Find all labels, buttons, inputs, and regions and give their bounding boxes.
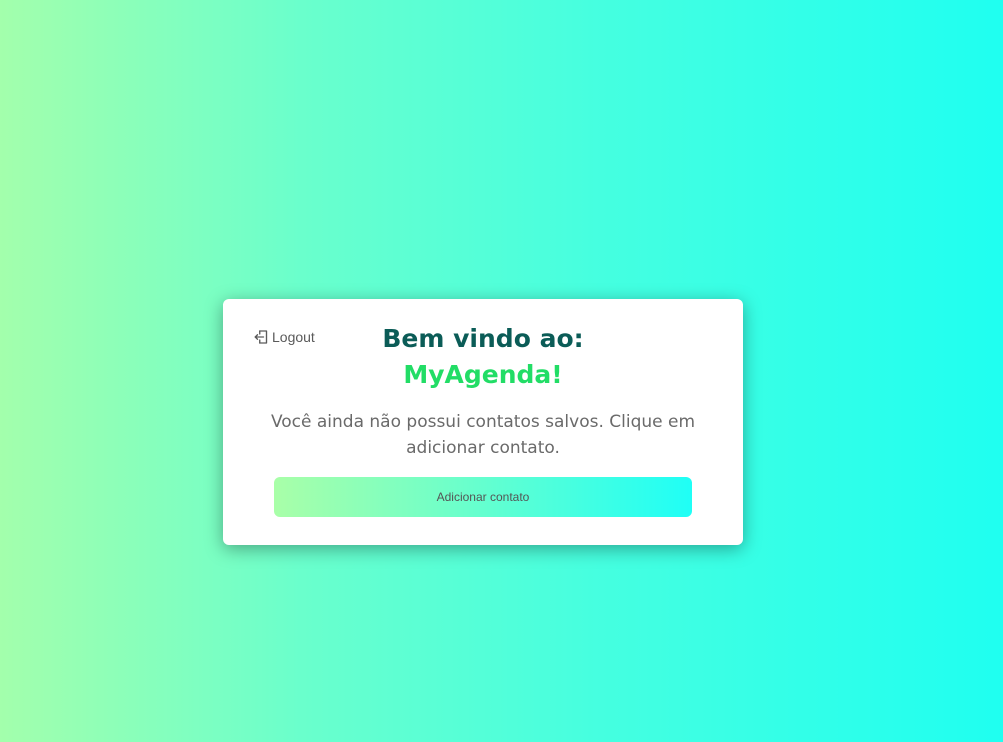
page-title: Bem vindo ao: [382,324,584,353]
add-contact-button[interactable]: Adicionar contato [274,477,692,517]
welcome-card: Logout Bem vindo ao: MyAgenda! Você aind… [223,299,743,545]
brand-name: MyAgenda! [403,360,563,389]
empty-contacts-message: Você ainda não possui contatos salvos. C… [270,412,696,458]
